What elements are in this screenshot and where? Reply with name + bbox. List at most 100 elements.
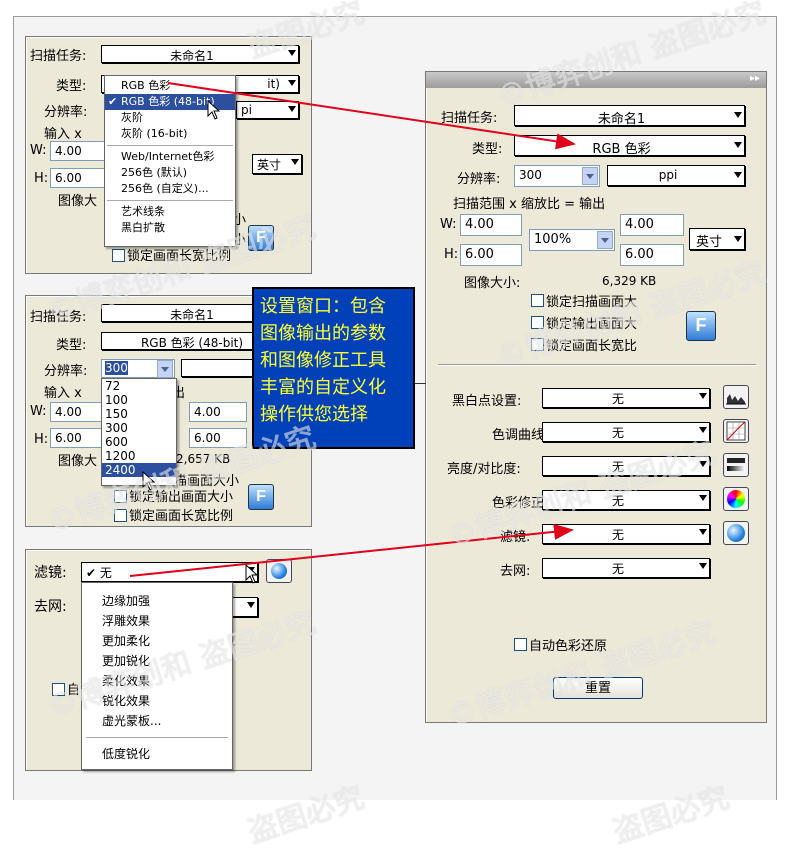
color-correction-dropdown[interactable]: 无 [542, 490, 710, 510]
height-input[interactable]: 6.00 [50, 168, 110, 188]
chevron-down-icon[interactable] [157, 360, 173, 378]
f-button[interactable]: F [686, 311, 716, 341]
height-output-input[interactable]: 6.00 [620, 244, 684, 266]
inches-dropdown[interactable]: 英寸 [689, 228, 745, 250]
resolution-menu: 72 100 150 300 600 1200 2400 [101, 378, 177, 486]
inches-value: 英寸 [695, 235, 722, 250]
lock-ratio-checkbox[interactable] [114, 509, 127, 522]
tone-curve-dropdown[interactable]: 无 [542, 422, 710, 442]
resolution-menu-item[interactable]: 72 [102, 379, 176, 393]
scan-task-dropdown[interactable]: 未命名1 [101, 45, 299, 63]
brightness-tool-button[interactable] [723, 453, 749, 477]
type-menu-item[interactable]: 艺术线条 [105, 204, 235, 220]
h-label: H: [34, 432, 49, 447]
lock-ratio-checkbox[interactable] [112, 249, 125, 262]
resolution-menu-item[interactable]: 1200 [102, 449, 176, 463]
resolution-label: 分辨率: [457, 172, 501, 187]
brightness-contrast-value: 无 [611, 460, 624, 474]
descreen-value: 无 [611, 562, 624, 576]
scan-task-dropdown[interactable]: 未命名1 [514, 105, 745, 127]
lock-output-checkbox[interactable] [531, 316, 544, 329]
type-menu-item[interactable]: 256色 (默认) [105, 165, 235, 181]
auto-color-checkbox[interactable] [514, 638, 527, 651]
width-output-input[interactable]: 4.00 [620, 214, 684, 236]
filter-tool-button[interactable] [723, 521, 749, 545]
filter-value: ✔ 无 [86, 566, 112, 580]
scan-task-value: 未命名1 [170, 49, 214, 63]
color-wheel-icon [727, 490, 745, 508]
filter-menu-item[interactable]: 虚光蒙板... [82, 711, 232, 731]
height-input[interactable]: 6.00 [460, 244, 522, 266]
lock-output-checkbox[interactable] [114, 490, 127, 503]
scan-task-value: 未命名1 [597, 112, 646, 127]
lock-output-label: 锁定输出画面大 [546, 317, 638, 332]
width-input[interactable]: 4.00 [460, 214, 522, 236]
filter-menu-item[interactable]: 低度锐化 [82, 744, 232, 764]
filter-dropdown[interactable]: 无 [542, 524, 710, 544]
chevron-down-icon [699, 461, 707, 467]
resolution-menu-item[interactable]: 150 [102, 407, 176, 421]
chevron-down-icon[interactable] [597, 231, 613, 249]
callout-line: 设置窗口：包含 [260, 296, 386, 317]
inches-dropdown[interactable]: 英寸 [252, 154, 302, 174]
reset-button[interactable]: 重置 [553, 677, 643, 699]
scan-task-label: 扫描任务: [441, 111, 498, 126]
descreen-dropdown[interactable]: 无 [542, 558, 710, 578]
input-x-label: 输入 x [44, 127, 82, 142]
filter-menu-item[interactable]: 更加柔化 [82, 631, 232, 651]
cursor-icon [207, 100, 221, 120]
resolution-menu-item[interactable]: 100 [102, 393, 176, 407]
type-menu-item[interactable]: 灰阶 (16-bit) [105, 126, 235, 142]
section-divider [438, 364, 756, 366]
black-white-point-label: 黑白点设置: [452, 394, 522, 409]
filter-menu-item[interactable]: 柔化效果 [82, 671, 232, 691]
expand-icon[interactable]: ▸▸ [750, 73, 760, 84]
f-button[interactable]: F [248, 484, 274, 510]
type-dropdown[interactable]: RGB 色彩 [514, 135, 745, 157]
type-menu-item[interactable]: 256色 (自定义)... [105, 181, 235, 197]
scan-task-label: 扫描任务: [30, 310, 87, 325]
lock-ratio-label: 锁定画面长宽比例 [127, 249, 232, 264]
filter-dropdown[interactable]: ✔ 无 [81, 562, 258, 582]
color-correction-value: 无 [611, 494, 624, 508]
chevron-down-icon[interactable] [582, 167, 598, 185]
type-menu-item[interactable]: RGB 色彩 [105, 78, 235, 94]
type-label: 类型: [472, 142, 503, 157]
sphere-icon [727, 524, 745, 542]
height-output-input[interactable]: 6.00 [189, 428, 247, 448]
filter-menu-item[interactable]: 浮雕效果 [82, 611, 232, 631]
resolution-menu-item[interactable]: 300 [102, 421, 176, 435]
type-menu-item[interactable]: 黑白扩散 [105, 220, 235, 236]
type-value: RGB 色彩 [592, 142, 651, 157]
tone-curve-label: 色调曲线: [492, 428, 549, 443]
f-button[interactable]: F [248, 225, 274, 251]
auto-color-checkbox[interactable] [52, 683, 65, 696]
lock-scan-checkbox[interactable] [531, 294, 544, 307]
filter-menu: 边缘加强 浮雕效果 更加柔化 更加锐化 柔化效果 锐化效果 虚光蒙板... 低度… [81, 582, 233, 770]
histogram-tool-button[interactable] [723, 385, 749, 409]
color-tool-button[interactable] [723, 487, 749, 511]
brightness-contrast-dropdown[interactable]: 无 [542, 456, 710, 476]
filter-menu-item[interactable]: 更加锐化 [82, 651, 232, 671]
filter-menu-item[interactable]: 锐化效果 [82, 691, 232, 711]
image-size-label: 图像大小: [464, 276, 521, 291]
black-white-point-dropdown[interactable]: 无 [542, 388, 710, 408]
unit-dropdown[interactable]: ppi [607, 165, 745, 186]
curve-tool-button[interactable] [723, 419, 749, 443]
filter-tool-button[interactable] [266, 559, 292, 583]
resolution-menu-item[interactable]: 600 [102, 435, 176, 449]
chevron-down-icon [734, 142, 742, 148]
brightness-contrast-label: 亮度/对比度: [447, 462, 521, 477]
image-size-value: 6,329 KB [602, 274, 657, 288]
type-value-partial: it) [267, 77, 280, 91]
filter-menu-item[interactable]: 边缘加强 [82, 591, 232, 611]
type-menu-item[interactable]: Web/Internet色彩 [105, 149, 235, 165]
chevron-down-icon [734, 236, 742, 242]
unit-dropdown[interactable]: pi [236, 101, 299, 119]
lock-ratio-checkbox[interactable] [531, 338, 544, 351]
resolution-menu-item-selected[interactable]: 2400 [102, 463, 176, 477]
h-label: H: [444, 247, 459, 262]
width-input[interactable]: 4.00 [50, 141, 110, 161]
type-menu-item-label: RGB 色彩 (48-bit) [121, 95, 215, 108]
width-output-input[interactable]: 4.00 [189, 402, 247, 422]
